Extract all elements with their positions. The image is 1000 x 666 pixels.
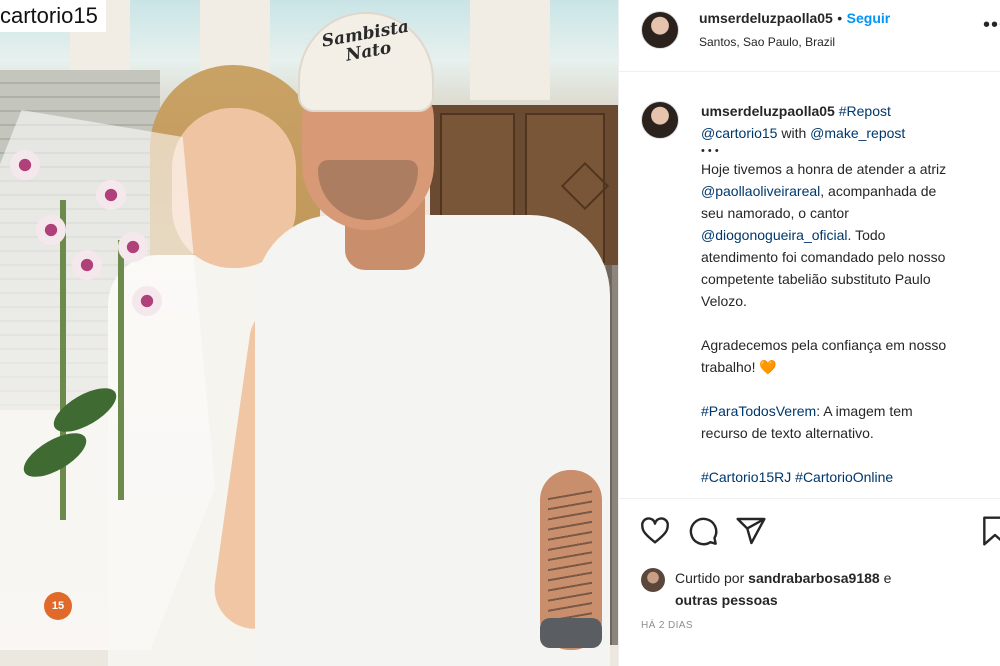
caption-spacer (701, 444, 1000, 466)
post-timestamp[interactable]: HÁ 2 DIAS (641, 620, 693, 631)
caption-text: , acompanhada de (820, 183, 937, 199)
caption-line: Agradecemos pela confiança em nosso (701, 337, 947, 353)
heart-icon[interactable] (639, 515, 671, 547)
mention-link[interactable]: @make_repost (810, 125, 905, 141)
caption-text: with (777, 125, 811, 141)
header-separator: • (837, 10, 843, 26)
orchid-flower (118, 232, 148, 262)
caption-line: @cartorio15 with @make_repost (701, 122, 1000, 144)
caption-line: umserdeluzpaolla05 #Repost (701, 100, 1000, 122)
orange-heart-emoji: 🧡 (759, 359, 777, 375)
orchid-flower (132, 286, 162, 316)
wristwatch (540, 618, 602, 648)
caption-text: trabalho! (701, 359, 760, 375)
number-sticker: 15 (44, 592, 72, 620)
others-link[interactable]: outras pessoas (675, 592, 778, 608)
caption-line: seu namorado, o cantor (701, 205, 849, 221)
likes-prefix: Curtido por (675, 570, 749, 586)
orchid-flower (36, 215, 66, 245)
caption-dots: • • • (701, 145, 719, 157)
caption-text: . Todo (847, 227, 886, 243)
mention-link[interactable]: @diogonogueira_oficial (701, 227, 848, 243)
caption-line: atendimento foi comandado pelo nosso (701, 249, 946, 265)
caption-avatar[interactable] (641, 101, 679, 139)
liker-avatar[interactable] (641, 568, 665, 592)
caption-spacer (701, 312, 1000, 334)
post-caption: umserdeluzpaolla05 #Repost @cartorio15 w… (701, 100, 1000, 488)
arm-tattoo (548, 490, 592, 620)
hashtag-link[interactable]: #Cartorio15RJ (701, 469, 791, 485)
orchid-flower (10, 150, 40, 180)
caption-line: @diogonogueira_oficial. Todo (701, 224, 1000, 246)
orchid-flower (72, 250, 102, 280)
likes-summary: Curtido por sandrabarbosa9188 e outras p… (675, 567, 995, 611)
orchid-stem (118, 240, 124, 500)
caption-line: Velozo. (701, 293, 747, 309)
post-sidebar: umserdeluzpaolla05 • Seguir Santos, Sao … (618, 0, 1000, 666)
orchid-stem (60, 200, 66, 520)
ceiling-beam (470, 0, 550, 100)
mention-link[interactable]: @cartorio15 (701, 125, 777, 141)
caption-line: @paollaoliveirareal, acompanhada de (701, 180, 1000, 202)
comment-icon[interactable] (687, 515, 719, 547)
caption-username[interactable]: umserdeluzpaolla05 (701, 103, 835, 119)
liker-username[interactable]: sandrabarbosa9188 (748, 570, 880, 586)
post-photo[interactable]: Sambista Nato 15 cartorio15 (0, 0, 618, 666)
share-icon[interactable] (735, 515, 767, 547)
caption-line: #Cartorio15RJ #CartorioOnline (701, 466, 1000, 488)
mention-link[interactable]: @paollaoliveirareal (701, 183, 820, 199)
more-options-icon[interactable]: ••• (983, 14, 1000, 37)
caption-line: recurso de texto alternativo. (701, 425, 874, 441)
post-location[interactable]: Santos, Sao Paulo, Brazil (699, 35, 835, 49)
author-username[interactable]: umserdeluzpaolla05 (699, 10, 833, 26)
caption-spacer (701, 378, 1000, 400)
hashtag-link[interactable]: #ParaTodosVerem (701, 403, 816, 419)
caption-line: #ParaTodosVerem: A imagem tem (701, 400, 1000, 422)
orchid-flower (96, 180, 126, 210)
caption-line: Hoje tivemos a honra de atender a atriz (701, 161, 947, 177)
caption-text: : A imagem tem (816, 403, 913, 419)
hashtag-link[interactable]: #Repost (839, 103, 891, 119)
author-avatar[interactable] (641, 11, 679, 49)
bookmark-icon[interactable] (979, 515, 1000, 547)
caption-line: competente tabelião substituto Paulo (701, 271, 931, 287)
follow-button[interactable]: Seguir (847, 10, 891, 26)
photo-watermark: cartorio15 (0, 0, 106, 32)
header-line: umserdeluzpaolla05 • Seguir (699, 10, 890, 28)
caption-line: trabalho! 🧡 (701, 356, 1000, 378)
post-header: umserdeluzpaolla05 • Seguir Santos, Sao … (619, 0, 1000, 72)
likes-joiner: e (879, 570, 892, 586)
hashtag-link[interactable]: #CartorioOnline (795, 469, 893, 485)
